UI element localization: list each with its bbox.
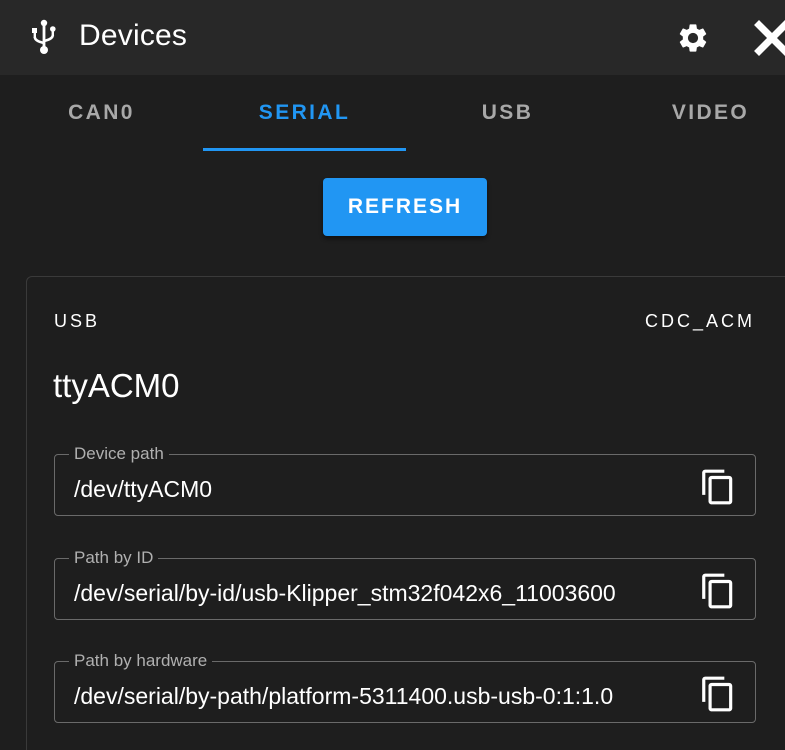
active-tab-indicator: [203, 148, 406, 151]
devices-dialog: Devices CAN0 SERIAL USB VIDEO REFRESH US…: [0, 0, 785, 750]
device-path-field: Device path: [54, 444, 756, 516]
device-path-input[interactable]: [74, 472, 686, 506]
path-by-id-input[interactable]: [74, 576, 686, 610]
path-by-id-field: Path by ID: [54, 548, 756, 620]
tab-usb[interactable]: USB: [406, 75, 609, 155]
copy-icon[interactable]: [699, 571, 737, 611]
tab-video[interactable]: VIDEO: [609, 75, 785, 155]
tab-serial[interactable]: SERIAL: [203, 75, 406, 155]
close-icon[interactable]: [752, 18, 785, 58]
device-bus-label: USB: [54, 311, 101, 331]
refresh-button[interactable]: REFRESH: [323, 178, 487, 236]
path-by-hardware-input[interactable]: [74, 679, 686, 713]
device-tabs: CAN0 SERIAL USB VIDEO: [0, 75, 785, 155]
usb-icon: [32, 19, 56, 54]
copy-icon[interactable]: [699, 467, 737, 507]
device-name: ttyACM0: [53, 367, 180, 404]
copy-icon[interactable]: [699, 674, 737, 714]
path-by-hardware-field: Path by hardware: [54, 651, 756, 723]
device-path-label: Device path: [69, 444, 169, 464]
path-by-hardware-label: Path by hardware: [69, 651, 213, 671]
title-bar: Devices: [0, 0, 785, 75]
path-by-id-label: Path by ID: [69, 548, 159, 568]
tab-can0[interactable]: CAN0: [0, 75, 203, 155]
window-title: Devices: [79, 19, 188, 52]
device-driver-label: CDC_ACM: [644, 311, 755, 331]
gear-icon[interactable]: [676, 21, 710, 55]
